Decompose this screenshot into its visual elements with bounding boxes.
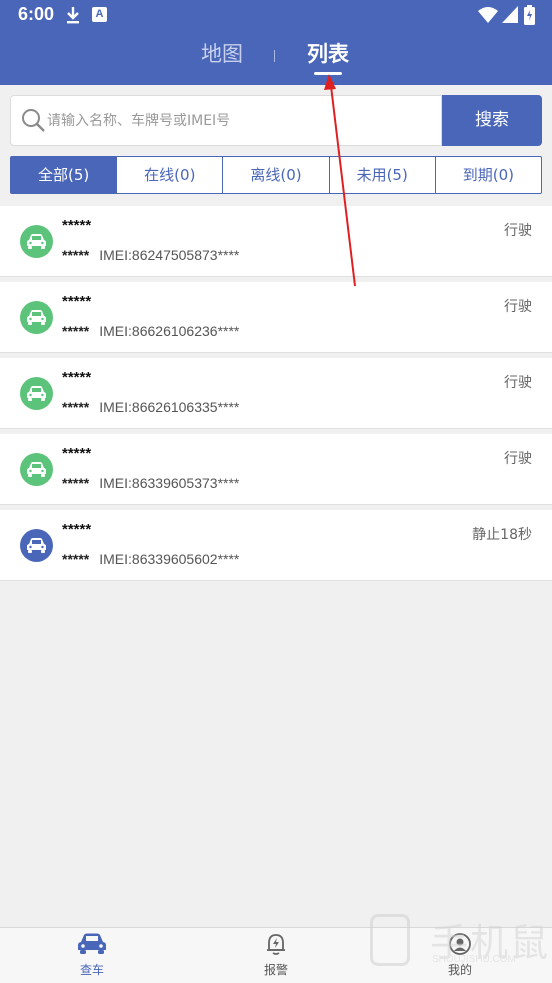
car-icon <box>20 377 53 410</box>
car-icon <box>20 529 53 562</box>
vehicle-subtitle: ***** IMEI:86339605373**** <box>62 475 239 491</box>
filter-offline[interactable]: 离线(0) <box>222 157 328 193</box>
vehicle-imei: IMEI:86247505873**** <box>99 247 240 263</box>
vehicle-imei: IMEI:86339605602**** <box>99 551 240 567</box>
status-bar: 6:00 A <box>0 0 552 30</box>
battery-icon <box>524 5 535 29</box>
vehicle-row[interactable]: ***** ***** IMEI:86626106335**** 行驶 <box>0 358 552 429</box>
vehicle-plate: ***** <box>62 323 90 339</box>
car-icon <box>20 225 53 258</box>
watermark-subtext: SHOUJISHU.COM <box>432 954 516 965</box>
search-input[interactable] <box>47 96 437 145</box>
search-box <box>10 95 442 146</box>
alarm-bell-icon <box>264 934 288 959</box>
vehicle-list: ***** ***** IMEI:86247505873**** 行驶 *****… <box>0 206 552 586</box>
signal-icon <box>502 6 518 27</box>
car-icon <box>20 301 53 334</box>
vehicle-row[interactable]: ***** ***** IMEI:86626106236**** 行驶 <box>0 282 552 353</box>
vehicle-status: 行驶 <box>504 299 532 315</box>
vehicle-status: 行驶 <box>504 223 532 239</box>
vehicle-plate: ***** <box>62 247 90 263</box>
vehicle-subtitle: ***** IMEI:86626106335**** <box>62 399 239 415</box>
watermark-logo-icon <box>370 914 410 966</box>
vehicle-name: ***** <box>62 369 92 386</box>
active-tab-indicator <box>314 72 342 75</box>
car-icon <box>77 933 107 959</box>
vehicle-name: ***** <box>62 217 92 234</box>
tab-divider <box>274 50 275 62</box>
filter-online[interactable]: 在线(0) <box>116 157 222 193</box>
vehicle-imei: IMEI:86339605373**** <box>99 475 240 491</box>
vehicle-status: 行驶 <box>504 451 532 467</box>
status-time: 6:00 <box>18 4 55 24</box>
vehicle-plate: ***** <box>62 399 90 415</box>
tab-map[interactable]: 地图 <box>201 38 243 68</box>
vehicle-imei: IMEI:86626106335**** <box>99 399 240 415</box>
vehicle-imei: IMEI:86626106236**** <box>99 323 240 339</box>
car-icon <box>20 453 53 486</box>
vehicle-row[interactable]: ***** ***** IMEI:86339605373**** 行驶 <box>0 434 552 505</box>
nav-label: 报警 <box>263 963 288 977</box>
download-icon <box>64 5 82 25</box>
vehicle-row[interactable]: ***** ***** IMEI:86247505873**** 行驶 <box>0 206 552 277</box>
vehicle-plate: ***** <box>62 551 90 567</box>
search-icon <box>21 108 45 136</box>
vehicle-name: ***** <box>62 293 92 310</box>
wifi-icon <box>478 6 498 27</box>
notification-a-icon: A <box>92 7 107 22</box>
vehicle-name: ***** <box>62 445 92 462</box>
vehicle-subtitle: ***** IMEI:86247505873**** <box>62 247 239 263</box>
search-bar: 搜索 <box>10 95 542 146</box>
watermark: 手机鼠 SHOUJISHU.COM <box>368 912 552 972</box>
vehicle-name: ***** <box>62 521 92 538</box>
filter-tabs: 全部(5) 在线(0) 离线(0) 未用(5) 到期(0) <box>10 156 542 194</box>
tab-list[interactable]: 列表 <box>307 38 349 68</box>
vehicle-subtitle: ***** IMEI:86339605602**** <box>62 551 239 567</box>
vehicle-row[interactable]: ***** ***** IMEI:86339605602**** 静止18秒 <box>0 510 552 581</box>
vehicle-status: 行驶 <box>504 375 532 391</box>
search-button[interactable]: 搜索 <box>442 95 542 146</box>
filter-unused[interactable]: 未用(5) <box>328 157 435 193</box>
top-tab-bar: 地图 列表 <box>0 30 552 85</box>
filter-all[interactable]: 全部(5) <box>11 157 117 193</box>
filter-expired[interactable]: 到期(0) <box>434 157 541 193</box>
vehicle-subtitle: ***** IMEI:86626106236**** <box>62 323 239 339</box>
vehicle-status: 静止18秒 <box>472 527 532 543</box>
nav-label: 查车 <box>79 963 104 977</box>
nav-car[interactable]: 查车 <box>52 932 132 978</box>
vehicle-plate: ***** <box>62 475 90 491</box>
nav-alarm[interactable]: 报警 <box>236 932 316 978</box>
